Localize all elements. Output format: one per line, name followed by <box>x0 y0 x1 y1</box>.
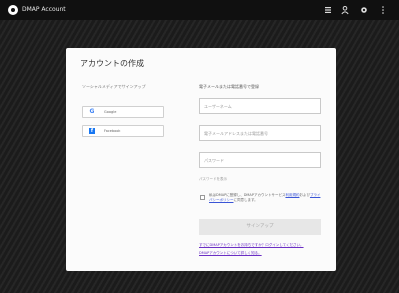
google-signup-button[interactable]: G Google <box>82 106 164 118</box>
email-signup-title: 電子メールまたは電話番号で登録 <box>199 84 259 89</box>
google-label: Google <box>104 110 117 114</box>
top-bar: DMAP Account <box>0 0 399 20</box>
terms-of-service-link[interactable]: 利用規約 <box>285 193 299 197</box>
menu-grid-icon[interactable] <box>323 5 333 15</box>
desktop-background: DMAP Account アカウントの作成 ソーシャルメディアでサインアップ G… <box>0 0 399 293</box>
signup-card: アカウントの作成 ソーシャルメディアでサインアップ G Google f Fac… <box>66 48 336 271</box>
dmap-logo-icon <box>8 5 18 15</box>
terms-prefix: 私はDMAPに登録し、DMAPアカウントサービス <box>209 193 286 197</box>
page-title: アカウントの作成 <box>80 59 144 68</box>
social-signup-title: ソーシャルメディアでサインアップ <box>82 84 146 89</box>
signup-button[interactable]: サインアップ <box>199 219 321 235</box>
password-input[interactable]: パスワード <box>199 152 321 168</box>
facebook-label: Facebook <box>104 129 121 133</box>
show-password-toggle[interactable]: パスワードを表示 <box>199 177 227 182</box>
user-icon[interactable] <box>340 5 350 15</box>
learn-more-link[interactable]: DMAPアカウントについて詳しく知る。 <box>199 251 262 256</box>
app-title: DMAP Account <box>22 6 66 13</box>
facebook-signup-button[interactable]: f Facebook <box>82 125 164 137</box>
more-vert-icon[interactable] <box>378 5 388 15</box>
terms-suffix: に同意します。 <box>233 198 258 202</box>
terms-checkbox[interactable] <box>200 195 205 200</box>
terms-middle: および <box>299 193 310 197</box>
terms-text: 私はDMAPに登録し、DMAPアカウントサービス利用規約およびプライバシーポリシ… <box>209 193 321 203</box>
google-icon: G <box>89 108 95 115</box>
facebook-icon: f <box>89 128 95 134</box>
settings-icon[interactable] <box>359 5 369 15</box>
email-phone-input[interactable]: 電子メールアドレスまたは電話番号 <box>199 125 321 141</box>
username-input[interactable]: ユーザーネーム <box>199 98 321 114</box>
login-link[interactable]: すでにDMAPアカウントをお持ちですか？ログインしてください。 <box>199 243 304 248</box>
